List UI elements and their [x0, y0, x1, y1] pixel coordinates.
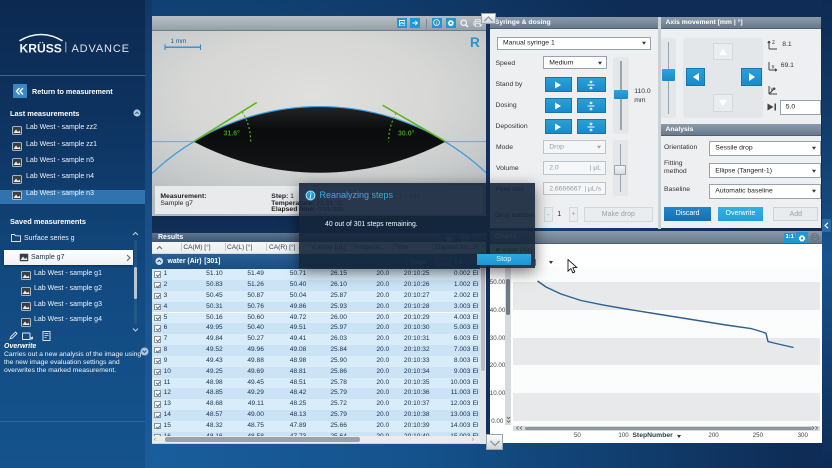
svg-text:y: y: [770, 87, 773, 93]
svg-text:30.0°: 30.0°: [398, 130, 415, 138]
svg-text:ADVANCE: ADVANCE: [72, 43, 130, 55]
svg-text:z: z: [772, 40, 775, 46]
svg-text:KRÜSS: KRÜSS: [20, 41, 62, 56]
svg-text:31.6°: 31.6°: [224, 130, 241, 138]
svg-text:1 mm: 1 mm: [171, 38, 187, 45]
svg-text:x: x: [771, 65, 774, 71]
svg-text:R: R: [470, 35, 480, 50]
